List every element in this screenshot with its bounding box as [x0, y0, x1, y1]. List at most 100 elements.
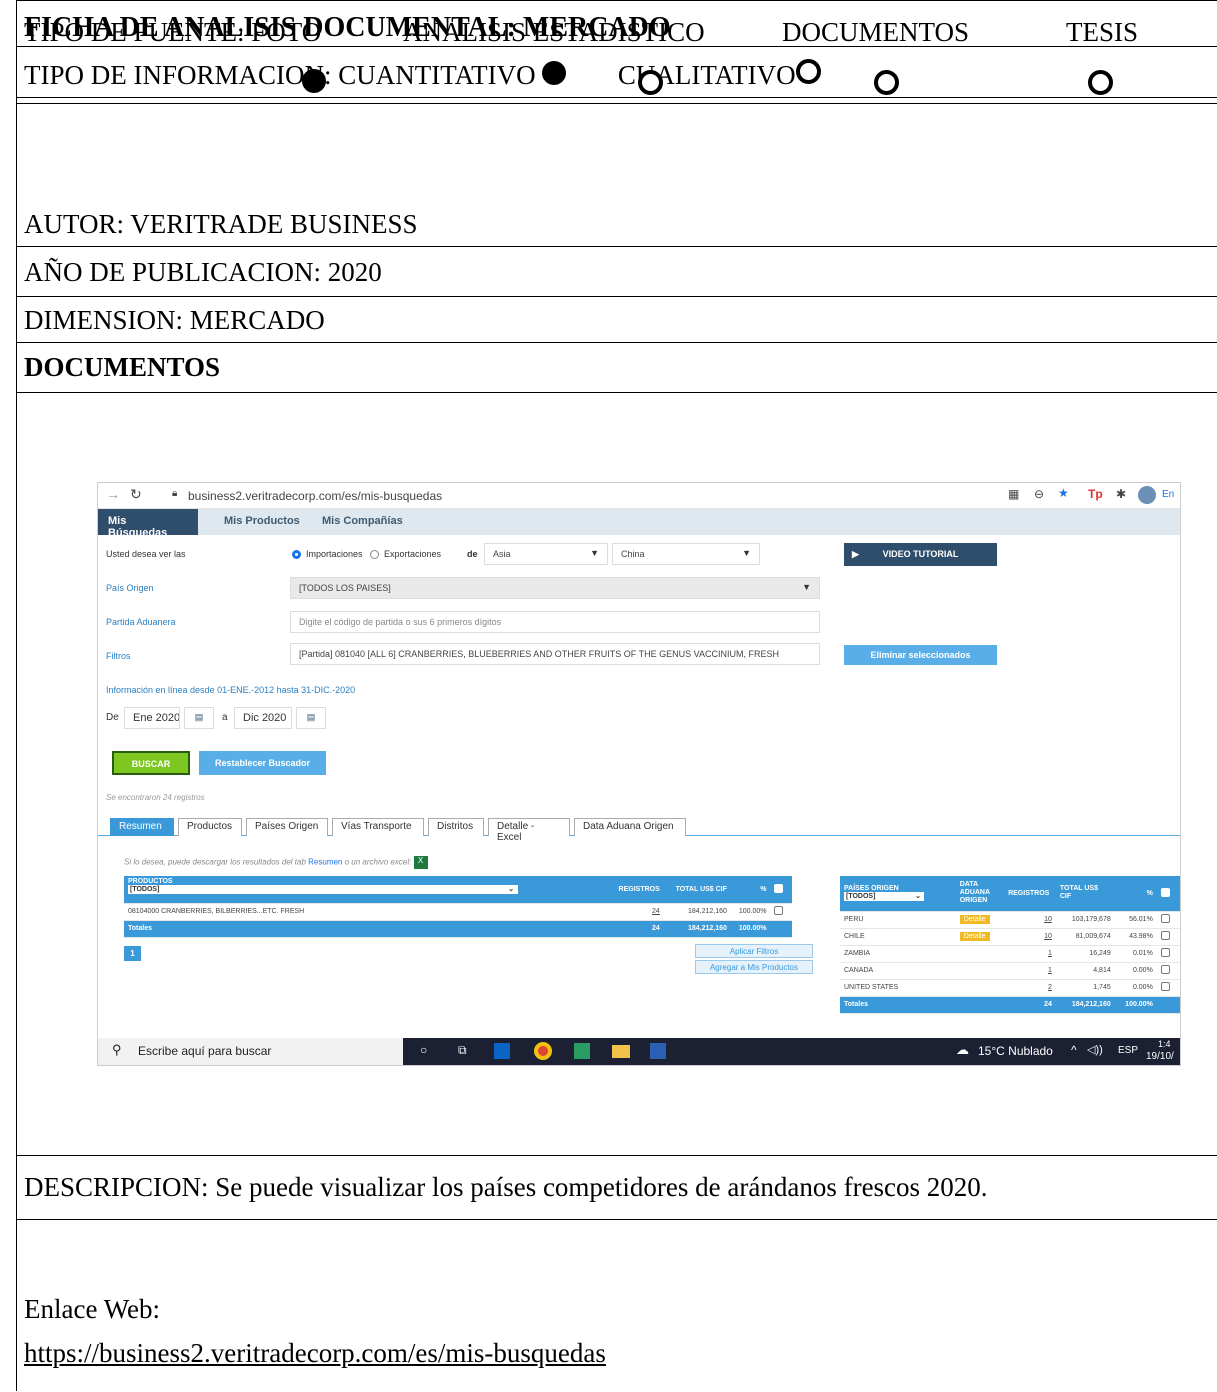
- play-icon: ▶: [852, 549, 859, 559]
- detalle-button[interactable]: Detalle: [959, 932, 990, 941]
- exportaciones-label: Exportaciones: [384, 549, 442, 559]
- documentos-heading: DOCUMENTOS: [24, 352, 221, 382]
- region-select[interactable]: Asia ▼: [484, 543, 608, 565]
- tab-detalle-excel[interactable]: Detalle - Excel: [488, 818, 570, 843]
- chevron-up-icon[interactable]: ^: [1071, 1043, 1077, 1057]
- filled-circle-icon: [302, 69, 326, 93]
- eliminar-button[interactable]: Eliminar seleccionados: [844, 645, 997, 665]
- qr-icon[interactable]: ▦: [1008, 487, 1019, 501]
- col-paises-origen: PAÍSES ORIGEN [TODOS] ⌄: [840, 876, 956, 912]
- totals-row: Totales 24 184,212,160 100.00%: [124, 920, 792, 938]
- autor-text: AUTOR: VERITRADE BUSINESS: [24, 209, 418, 239]
- filtros-list[interactable]: [Partida] 081040 [ALL 6] CRANBERRIES, BL…: [290, 643, 820, 665]
- aplicar-filtros-button[interactable]: Aplicar Filtros: [695, 944, 813, 958]
- url-bar[interactable]: business2.veritradecorp.com/es/mis-busqu…: [188, 489, 442, 503]
- col-data-aduana: DATA ADUANA ORIGEN: [955, 876, 1005, 912]
- partida-input[interactable]: Digite el código de partida o sus 6 prim…: [290, 611, 820, 633]
- video-tutorial-button[interactable]: ▶ VIDEO TUTORIAL: [844, 543, 997, 566]
- outlook-icon[interactable]: [494, 1043, 510, 1059]
- reload-icon[interactable]: ↻: [130, 486, 142, 503]
- importaciones-radio[interactable]: [292, 550, 301, 559]
- table-row: CANADA 1 4,814 0.00%: [840, 962, 1180, 980]
- excel-icon[interactable]: X: [413, 856, 428, 869]
- col-total[interactable]: TOTAL US$ CIF: [663, 876, 731, 904]
- agregar-productos-button[interactable]: Agregar a Mis Productos: [695, 960, 813, 974]
- clock-time[interactable]: 1:4: [1158, 1039, 1171, 1049]
- extension-tp-icon[interactable]: Tp: [1088, 487, 1103, 501]
- registros-link[interactable]: 10: [1004, 911, 1056, 929]
- countries-filter-select[interactable]: [TODOS] ⌄: [844, 892, 924, 902]
- products-table: PRODUCTOS [TODOS] ⌄ REGISTROS TOTAL US$ C…: [124, 876, 792, 938]
- fecha-desde-input[interactable]: Ene 2020: [124, 707, 180, 729]
- countries-table: PAÍSES ORIGEN [TODOS] ⌄ DATA ADUANA ORIGE…: [840, 876, 1180, 1014]
- tab-vias-transporte[interactable]: Vías Transporte: [332, 818, 424, 836]
- col-total[interactable]: TOTAL US$ CIF: [1055, 876, 1115, 912]
- table-row: UNITED STATES 2 1,745 0.00%: [840, 979, 1180, 997]
- row-checkbox[interactable]: [1156, 962, 1180, 980]
- col-registros[interactable]: REGISTROS: [1004, 876, 1056, 912]
- page-1-button[interactable]: 1: [124, 946, 141, 961]
- resumen-link[interactable]: Resumen: [308, 858, 342, 867]
- fuente-documentos-label: DOCUMENTOS: [782, 17, 970, 47]
- tab-mis-busquedas[interactable]: Mis Búsquedas: [98, 509, 198, 539]
- star-icon[interactable]: ★: [1058, 486, 1069, 500]
- windows-taskbar: ⚲ Escribe aquí para buscar ○ ⧉ ☁ 15°C Nu…: [98, 1038, 1180, 1065]
- cortana-icon[interactable]: ○: [420, 1043, 427, 1057]
- restablecer-button[interactable]: Restablecer Buscador: [199, 751, 326, 775]
- col-registros[interactable]: REGISTROS: [606, 876, 664, 904]
- row-checkbox[interactable]: [1156, 911, 1180, 929]
- taskbar-search[interactable]: ⚲ Escribe aquí para buscar: [98, 1038, 403, 1065]
- tab-productos[interactable]: Productos: [178, 818, 242, 836]
- products-filter-select[interactable]: [TODOS] ⌄: [128, 885, 518, 894]
- tipo-fuente-label: TIPO DE FUENTE: FOTO: [24, 17, 322, 47]
- enlace-link[interactable]: https://business2.veritradecorp.com/es/m…: [24, 1338, 606, 1369]
- puzzle-icon[interactable]: ✱: [1116, 487, 1126, 501]
- row-checkbox[interactable]: [1156, 928, 1180, 946]
- task-view-icon[interactable]: ⧉: [458, 1043, 467, 1058]
- avatar[interactable]: [1138, 486, 1156, 504]
- descripcion-row: DESCRIPCION: Se puede visualizar los paí…: [17, 1156, 1217, 1220]
- volume-icon[interactable]: ◁)): [1087, 1043, 1103, 1056]
- tab-data-aduana-origen[interactable]: Data Aduana Origen: [574, 818, 686, 836]
- row-checkbox[interactable]: [770, 903, 792, 921]
- de-fecha-label: De: [106, 712, 119, 723]
- buscar-button[interactable]: BUSCAR: [112, 751, 190, 775]
- weather-text[interactable]: 15°C Nublado: [978, 1044, 1053, 1058]
- anio-text: AÑO DE PUBLICACION: 2020: [24, 257, 382, 287]
- registros-link[interactable]: 24: [606, 903, 664, 921]
- row-checkbox[interactable]: [1156, 945, 1180, 963]
- calendar-icon[interactable]: ▤: [296, 707, 326, 729]
- file-explorer-icon[interactable]: [612, 1045, 630, 1058]
- tab-resumen[interactable]: Resumen: [110, 818, 174, 836]
- pais-origen-select[interactable]: [TODOS LOS PAISES] ▼: [290, 577, 820, 599]
- dropdown-arrow-icon: ▼: [742, 548, 751, 558]
- calendar-icon[interactable]: ▤: [184, 707, 214, 729]
- registros-link[interactable]: 10: [1004, 928, 1056, 946]
- results-tabs: Resumen Productos Países Origen Vías Tra…: [98, 816, 1180, 843]
- main-nav: Mis Búsquedas Mis Productos Mis Compañía…: [98, 509, 1180, 539]
- language-text[interactable]: ESP: [1118, 1045, 1138, 1056]
- country-select[interactable]: China ▼: [612, 543, 760, 565]
- registros-link[interactable]: 1: [1004, 962, 1056, 980]
- chrome-icon[interactable]: [534, 1042, 552, 1060]
- row-checkbox[interactable]: [1156, 979, 1180, 997]
- publisher-icon[interactable]: [574, 1043, 590, 1059]
- tab-paises-origen[interactable]: Países Origen: [246, 818, 328, 836]
- importaciones-label: Importaciones: [306, 549, 363, 559]
- select-all-checkbox[interactable]: [1156, 876, 1180, 912]
- registros-link[interactable]: 2: [1004, 979, 1056, 997]
- registros-link[interactable]: 1: [1004, 945, 1056, 963]
- select-all-checkbox[interactable]: [770, 876, 792, 904]
- detalle-button[interactable]: Detalle: [959, 915, 990, 924]
- tab-mis-companias[interactable]: Mis Compañías: [322, 515, 403, 527]
- usted-desea-label: Usted desea ver las: [106, 549, 186, 559]
- fecha-hasta-input[interactable]: Dic 2020: [234, 707, 292, 729]
- table-row: 08104000 CRANBERRIES, BILBERRIES...ETC. …: [124, 903, 792, 921]
- tab-mis-productos[interactable]: Mis Productos: [224, 515, 300, 527]
- zoom-icon[interactable]: ⊖: [1034, 487, 1044, 501]
- word-icon[interactable]: [650, 1043, 666, 1059]
- tab-distritos[interactable]: Distritos: [428, 818, 484, 836]
- clock-date[interactable]: 19/10/: [1146, 1051, 1174, 1062]
- forward-arrow-icon[interactable]: →: [106, 486, 120, 502]
- exportaciones-radio[interactable]: [370, 550, 379, 559]
